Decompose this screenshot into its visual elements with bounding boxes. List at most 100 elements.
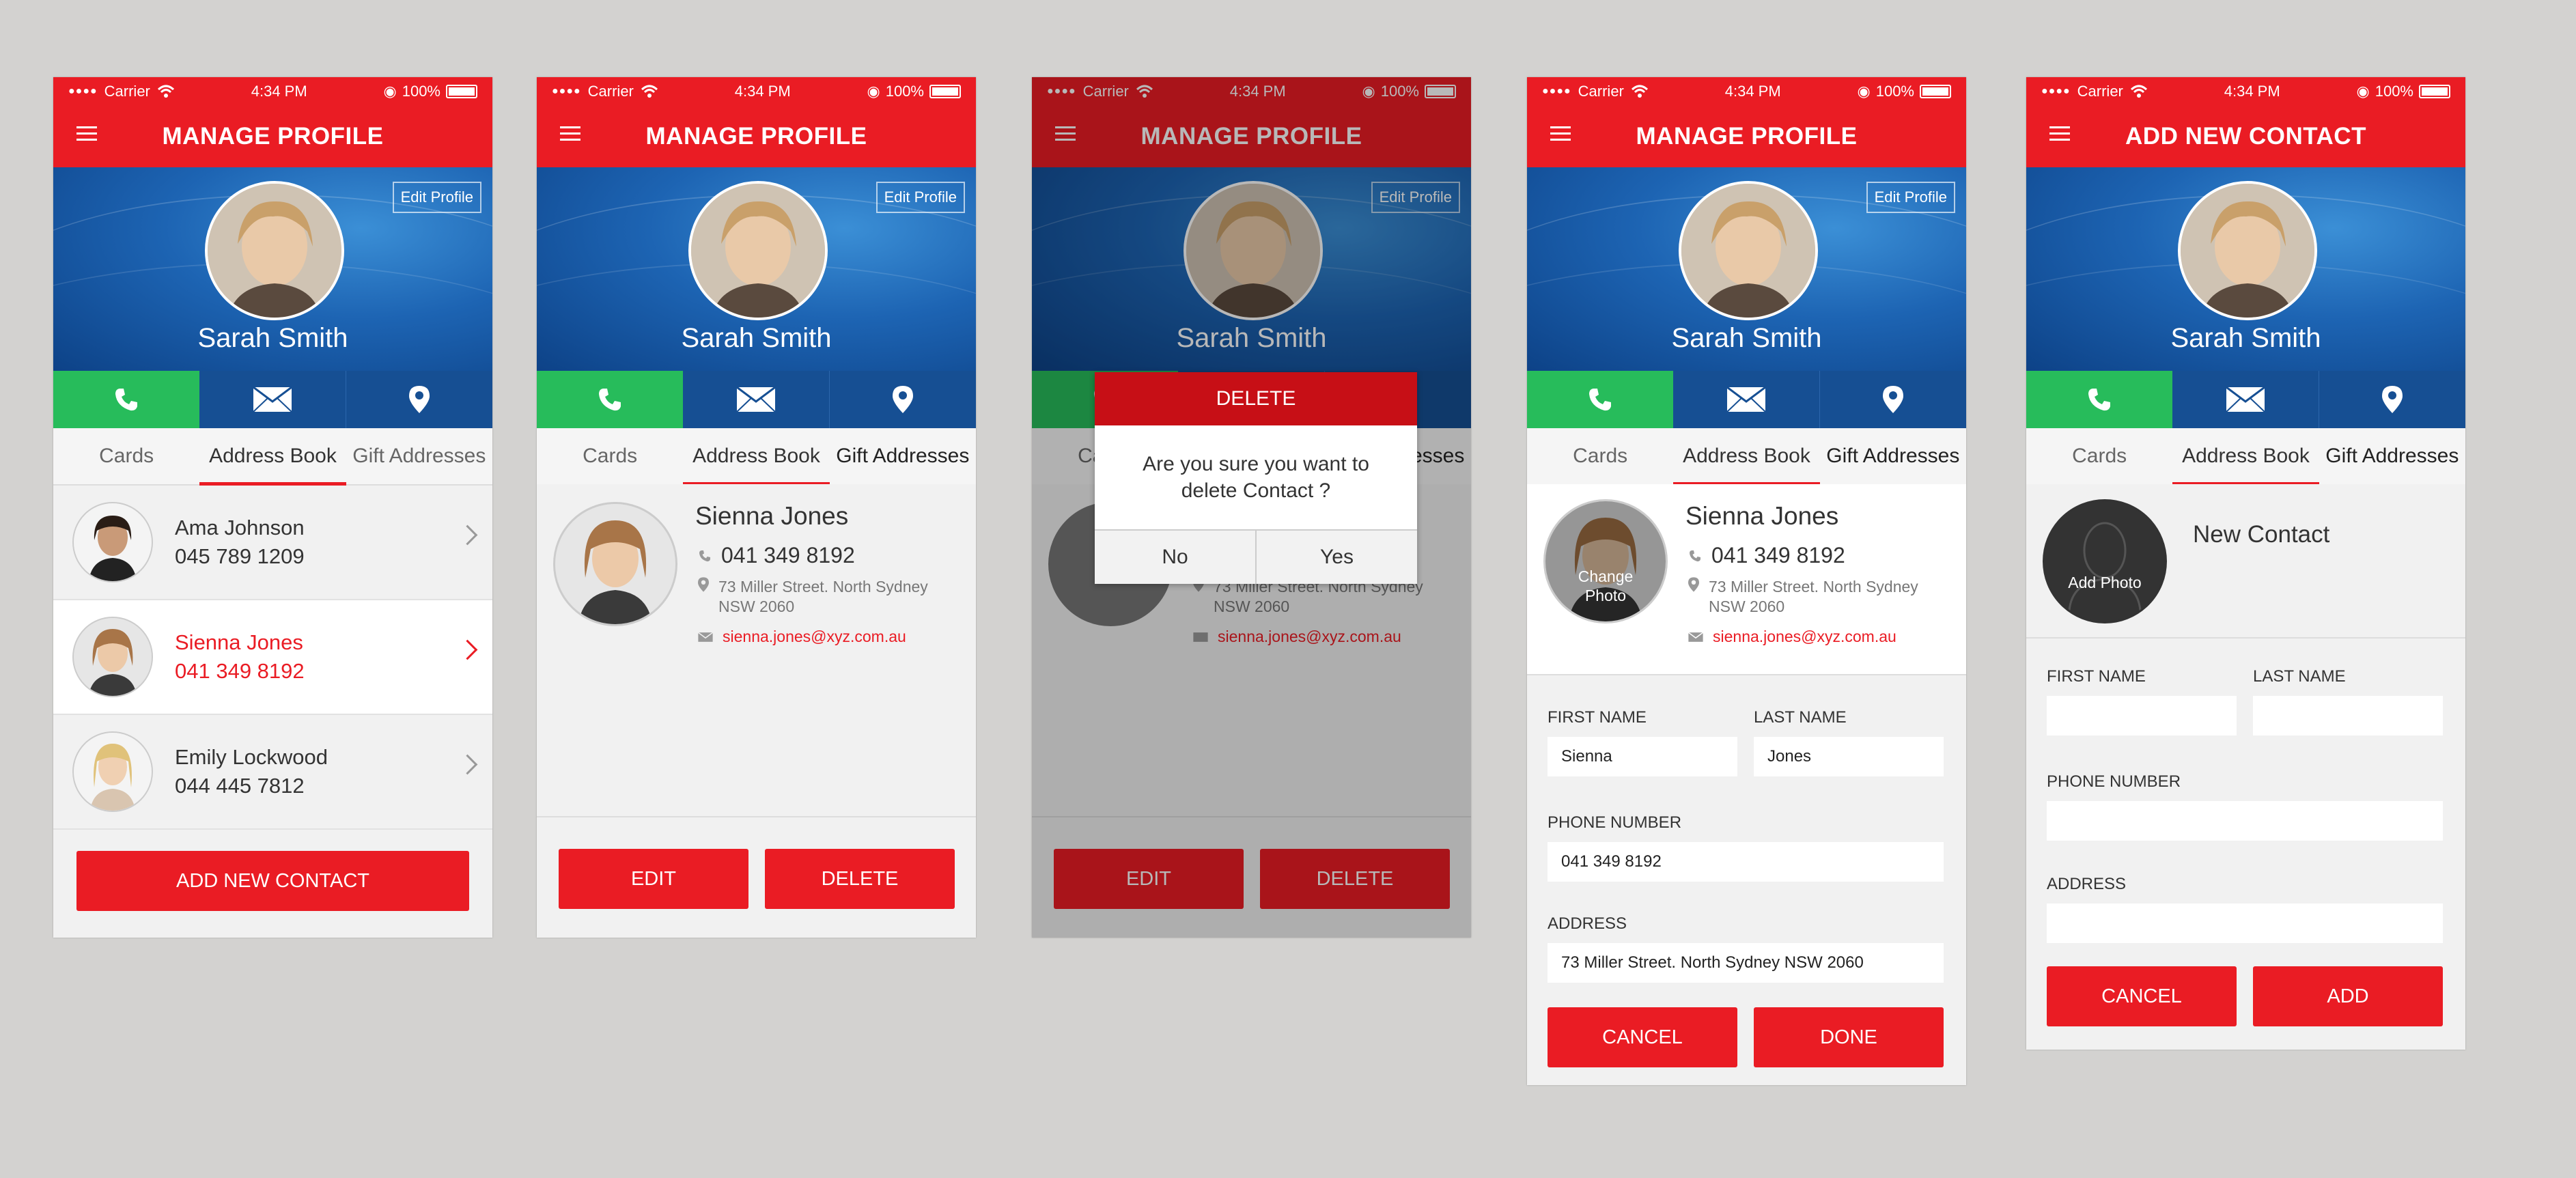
edit-button[interactable]: EDIT [559,849,748,909]
signal-icon: ●●●● [2041,85,2071,97]
location-button[interactable] [346,371,492,428]
clock: 4:34 PM [1724,83,1781,100]
lock-rotation-icon: ◉ [1857,83,1871,100]
chevron-right-icon [457,754,478,775]
call-button[interactable] [53,371,199,428]
dialog-title: DELETE [1095,372,1417,425]
location-button[interactable] [829,371,976,428]
phone-icon [2088,389,2110,411]
cancel-button[interactable]: CANCEL [1548,1007,1737,1067]
tab-address-book[interactable]: Address Book [2172,428,2319,486]
cancel-button[interactable]: CANCEL [2047,966,2237,1026]
address-field[interactable]: 73 Miller Street. North Sydney NSW 2060 [1548,943,1944,983]
tab-gift-addresses[interactable]: Gift Addresses [346,428,492,484]
tab-bar: Cards Address Book Gift Addresses [537,428,976,486]
edit-profile-button[interactable]: Edit Profile [876,182,965,213]
status-bar: ●●●● Carrier 4:34 PM ◉ 100% [1527,77,1966,106]
dialog-no-button[interactable]: No [1095,531,1255,584]
battery-percent: 100% [2375,83,2413,100]
profile-name: Sarah Smith [1671,323,1822,353]
list-item[interactable]: Sienna Jones 041 349 8192 [53,600,492,715]
carrier-label: Carrier [104,83,150,100]
done-button[interactable]: DONE [1754,1007,1944,1067]
profile-avatar[interactable] [204,181,344,320]
tab-gift-addresses[interactable]: Gift Addresses [1820,428,1966,484]
top-bar: ●●●● Carrier 4:34 PM ◉ 100% MANAGE PROFILE [1527,77,1966,167]
contact-email[interactable]: sienna.jones@xyz.com.au [723,628,906,646]
profile-avatar[interactable] [1678,181,1818,320]
tab-cards[interactable]: Cards [537,428,683,484]
tab-cards[interactable]: Cards [2026,428,2172,484]
mail-icon [1688,632,1703,642]
battery-icon [929,85,961,98]
battery-percent: 100% [885,83,924,100]
list-item[interactable]: Ama Johnson 045 789 1209 [53,486,492,600]
carrier-label: Carrier [2077,83,2123,100]
new-contact-header: Add Photo New Contact [2026,484,2465,639]
phone-icon [599,389,621,411]
dialog-yes-button[interactable]: Yes [1255,531,1417,584]
contact-actions [537,371,976,428]
email-button[interactable] [683,371,829,428]
contact-name: Sienna Jones [695,502,849,530]
profile-name: Sarah Smith [197,323,348,353]
call-button[interactable] [537,371,683,428]
add-button[interactable]: ADD [2253,966,2443,1026]
edit-profile-button[interactable]: Edit Profile [1866,182,1955,213]
location-button[interactable] [2319,371,2465,428]
last-name-field[interactable]: Jones [1754,737,1944,776]
first-name-field[interactable] [2047,696,2237,735]
phone-field[interactable]: 041 349 8192 [1548,842,1944,882]
tab-cards[interactable]: Cards [1527,428,1673,484]
tab-address-book[interactable]: Address Book [1673,428,1820,486]
mail-icon [1726,387,1766,412]
add-new-contact-button[interactable]: ADD NEW CONTACT [76,851,469,911]
last-name-label: LAST NAME [1754,708,1847,727]
mail-icon [253,387,292,412]
delete-button[interactable]: DELETE [765,849,955,909]
profile-avatar[interactable] [2177,181,2317,320]
list-item[interactable]: Emily Lockwood 044 445 7812 [53,715,492,830]
tab-cards[interactable]: Cards [53,428,199,484]
location-button[interactable] [1819,371,1966,428]
edit-profile-button[interactable]: Edit Profile [392,182,481,213]
location-pin-icon [409,386,430,413]
email-button[interactable] [2172,371,2319,428]
tab-bar: Cards Address Book Gift Addresses [1527,428,1966,486]
last-name-field[interactable] [2253,696,2443,735]
tab-address-book[interactable]: Address Book [199,428,346,486]
phone-field[interactable] [2047,801,2443,841]
contact-actions [53,371,492,428]
profile-avatar[interactable] [688,181,828,320]
chevron-right-icon [457,524,478,546]
email-button[interactable] [199,371,346,428]
battery-icon [1920,85,1951,98]
call-button[interactable] [1527,371,1673,428]
hamburger-icon[interactable] [2049,126,2070,141]
tab-gift-addresses[interactable]: Gift Addresses [2319,428,2465,484]
wifi-icon [157,85,174,98]
hamburger-icon[interactable] [560,126,580,141]
contact-name: Ama Johnson [175,516,305,539]
first-name-label: FIRST NAME [2047,667,2146,686]
last-name-label: LAST NAME [2253,667,2346,686]
contact-email: sienna.jones@xyz.com.au [1713,628,1896,645]
change-photo-button[interactable]: Change Photo [1543,499,1668,623]
hamburger-icon[interactable] [1550,126,1571,141]
status-bar: ●●●● Carrier 4:34 PM ◉ 100% [53,77,492,106]
contact-phone: 041 349 8192 [175,659,305,683]
carrier-label: Carrier [587,83,634,100]
hamburger-icon[interactable] [76,126,97,141]
first-name-field[interactable]: Sienna [1548,737,1737,776]
top-bar: ●●●● Carrier 4:34 PM ◉ 100% ADD NEW CONTAC… [2026,77,2465,167]
lock-rotation-icon: ◉ [867,83,880,100]
phone-icon [115,389,137,411]
email-button[interactable] [1673,371,1819,428]
tab-address-book[interactable]: Address Book [683,428,830,486]
call-button[interactable] [2026,371,2172,428]
tab-bar: Cards Address Book Gift Addresses [53,428,492,486]
add-photo-button[interactable]: Add Photo [2043,499,2167,623]
address-field[interactable] [2047,903,2443,943]
contact-phone[interactable]: 041 349 8192 [721,543,855,568]
tab-gift-addresses[interactable]: Gift Addresses [830,428,976,484]
